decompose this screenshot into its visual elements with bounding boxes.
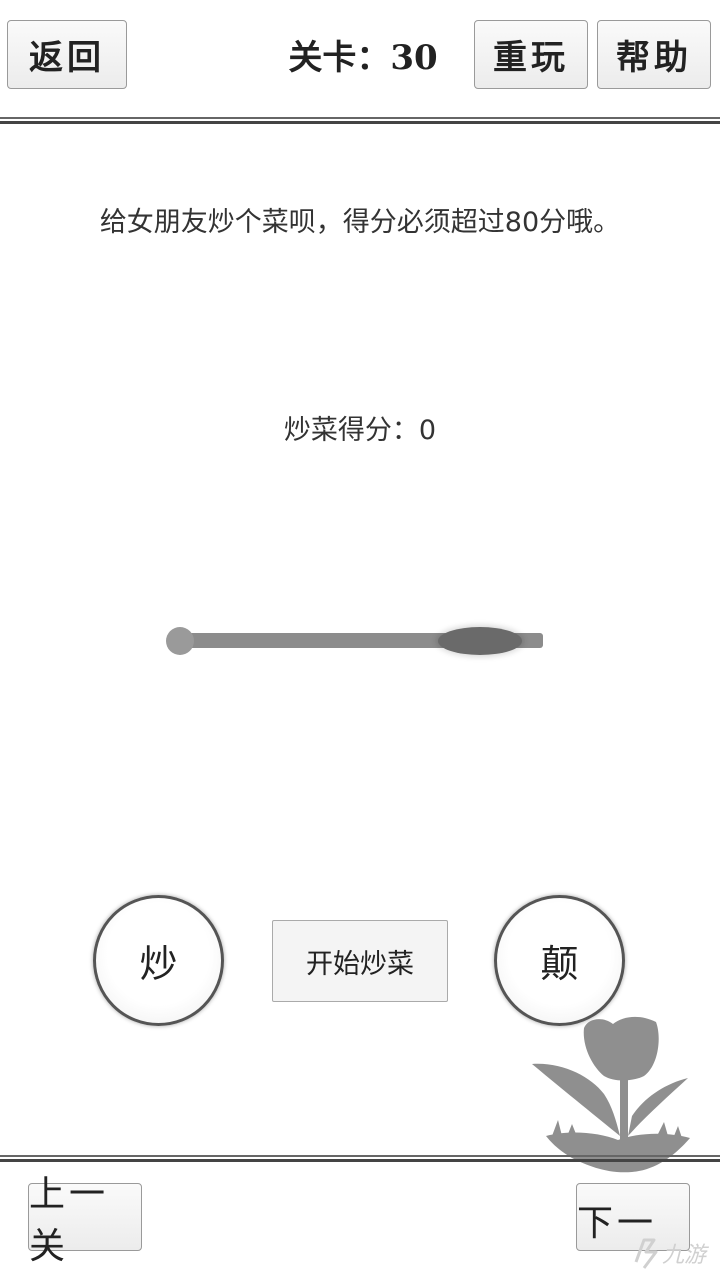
level-title: 关卡：30 <box>288 37 438 78</box>
watermark-text: 九游 <box>662 1243 710 1268</box>
instruction-text: 给女朋友炒个菜呗，得分必须超过80分哦。 <box>99 207 621 238</box>
toss-button[interactable]: 颠 <box>494 895 625 1026</box>
jiuyou-watermark-logo: 九游 <box>634 1238 710 1269</box>
start-cooking-button[interactable]: 开始炒菜 <box>272 920 448 1002</box>
stir-button[interactable]: 炒 <box>93 895 224 1026</box>
previous-level-button[interactable]: 上一关 <box>28 1174 142 1267</box>
replay-button[interactable]: 重玩 <box>474 20 588 89</box>
wok-food[interactable] <box>438 627 522 655</box>
score-text: 炒菜得分：0 <box>283 415 437 446</box>
header-divider <box>0 117 720 124</box>
help-button[interactable]: 帮助 <box>597 20 711 89</box>
footer-divider <box>0 1155 720 1162</box>
back-button[interactable]: 返回 <box>7 20 127 89</box>
wok-handle-knob <box>166 627 194 655</box>
